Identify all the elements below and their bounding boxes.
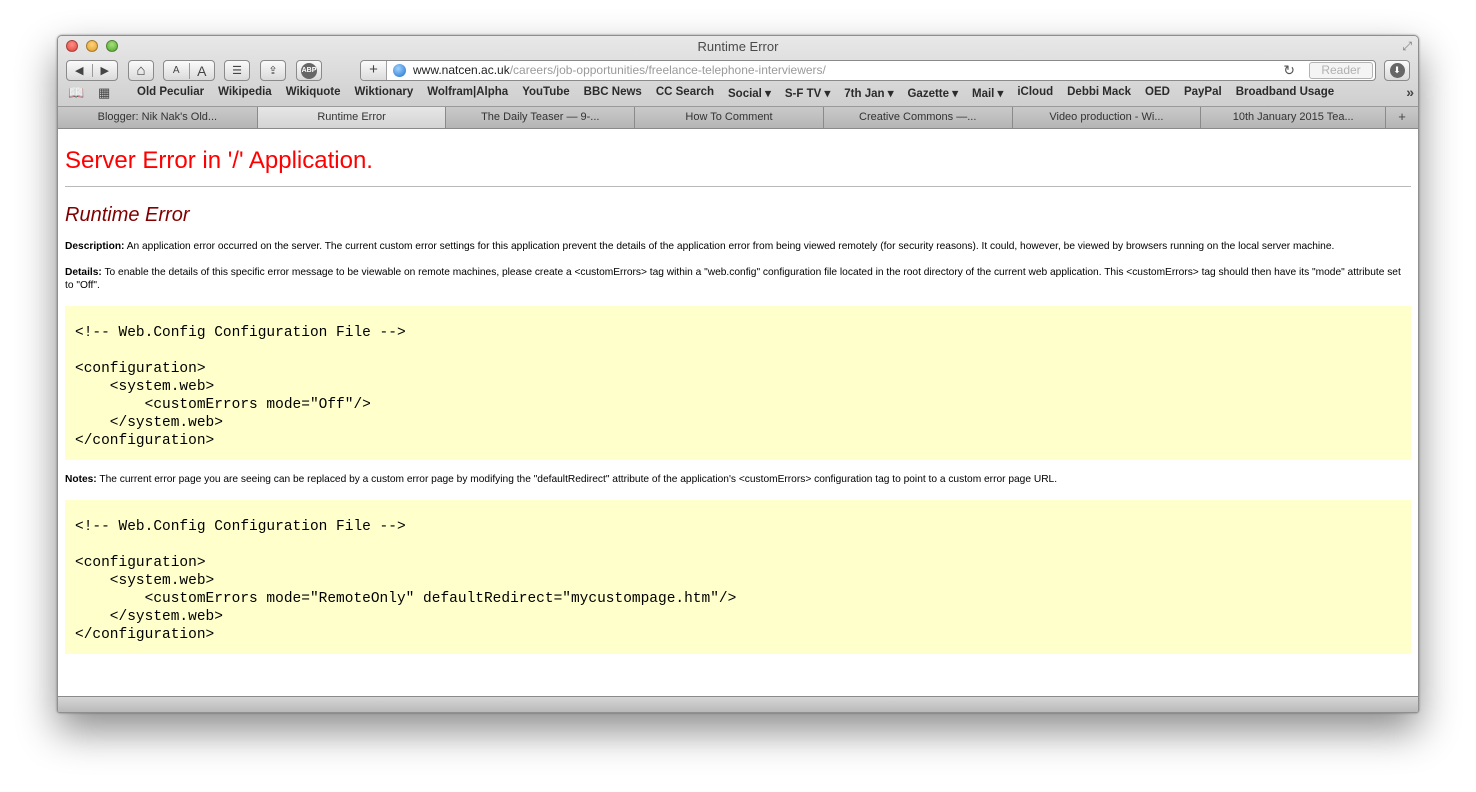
description-text: An application error occurred on the ser… [124, 241, 1335, 252]
notes-paragraph: Notes: The current error page you are se… [65, 473, 1411, 486]
tab-bar: Blogger: Nik Nak's Old... Runtime Error … [58, 107, 1418, 129]
tab-blogger[interactable]: Blogger: Nik Nak's Old... [58, 107, 258, 128]
url-path: /careers/job-opportunities/freelance-tel… [509, 63, 826, 77]
download-icon: ⬇ [1389, 63, 1405, 78]
adblock-button[interactable]: ABP [296, 60, 322, 81]
tab-how-to-comment[interactable]: How To Comment [635, 107, 824, 128]
bookmark-item[interactable]: Wikipedia [211, 86, 279, 100]
tab-runtime-error[interactable]: Runtime Error [257, 107, 447, 128]
bookmark-item[interactable]: 7th Jan ▾ [837, 86, 900, 100]
font-larger-button[interactable]: A [188, 62, 215, 79]
tab-creative-commons[interactable]: Creative Commons —... [823, 107, 1013, 128]
error-subtitle: Runtime Error [65, 204, 190, 226]
bookmark-item[interactable]: Gazette ▾ [900, 86, 965, 100]
home-icon: ⌂ [136, 62, 146, 79]
bookmark-item[interactable]: Wiktionary [348, 86, 421, 100]
bookmark-item[interactable]: Old Peculiar [130, 86, 211, 100]
reader-button[interactable]: Reader [1309, 62, 1373, 79]
description-paragraph: Description: An application error occurr… [65, 240, 1411, 253]
share-icon: ⇪ [268, 65, 278, 77]
details-text: To enable the details of this specific e… [65, 267, 1401, 291]
bookmark-list: Old Peculiar Wikipedia Wikiquote Wiktionary… [130, 86, 1341, 100]
add-bookmark-button[interactable]: + [361, 61, 387, 80]
divider [65, 186, 1411, 187]
bookmark-item[interactable]: PayPal [1177, 86, 1229, 100]
font-smaller-button[interactable]: A [164, 65, 189, 76]
font-size-buttons: A A [163, 60, 215, 81]
bookmark-item[interactable]: Social ▾ [721, 86, 778, 100]
more-bookmarks-icon[interactable]: » [1406, 84, 1414, 100]
page-content: Server Error in '/' Application. Runtime… [58, 129, 1418, 698]
status-bar [58, 696, 1418, 712]
title-bar[interactable]: Runtime Error ⤢ [58, 36, 1418, 58]
config-code-block-remote: <!-- Web.Config Configuration File --> <… [65, 500, 1411, 654]
details-label: Details: [65, 267, 102, 278]
toolbar: ◀ ▶ ⌂ A A ☰ ⇪ ABP + www.natcen.ac.uk/car… [58, 59, 1418, 83]
bookmark-item[interactable]: iCloud [1010, 86, 1060, 100]
address-bar[interactable]: + www.natcen.ac.uk/careers/job-opportuni… [360, 60, 1376, 81]
page-title: Server Error in '/' Application. [65, 147, 373, 174]
bookmark-item[interactable]: OED [1138, 86, 1177, 100]
browser-chrome: Runtime Error ⤢ ◀ ▶ ⌂ A A ☰ ⇪ ABP + www.… [58, 36, 1418, 107]
bookmark-item[interactable]: CC Search [649, 86, 721, 100]
downloads-button[interactable]: ⬇ [1384, 60, 1410, 81]
bookmark-item[interactable]: BBC News [577, 86, 649, 100]
forward-button[interactable]: ▶ [91, 64, 118, 77]
config-code-block-off: <!-- Web.Config Configuration File --> <… [65, 306, 1411, 460]
bookmarks-bar: 📖 ▦ Old Peculiar Wikipedia Wikiquote Wiktio… [58, 84, 1418, 103]
bookmark-item[interactable]: Wikiquote [279, 86, 348, 100]
globe-icon [393, 64, 406, 77]
notes-text: The current error page you are seeing ca… [96, 474, 1058, 485]
url-field[interactable]: www.natcen.ac.uk/careers/job-opportuniti… [413, 63, 826, 77]
fullscreen-icon[interactable]: ⤢ [1402, 39, 1412, 54]
tab-daily-teaser[interactable]: The Daily Teaser — 9-... [446, 107, 636, 128]
url-domain: www.natcen.ac.uk [413, 63, 510, 77]
description-label: Description: [65, 241, 125, 252]
back-button[interactable]: ◀ [67, 64, 92, 77]
new-tab-button[interactable]: + [1386, 107, 1418, 128]
tab-10th-january[interactable]: 10th January 2015 Tea... [1201, 107, 1387, 128]
window-title: Runtime Error [697, 39, 779, 54]
tab-video-production[interactable]: Video production - Wi... [1012, 107, 1202, 128]
reading-list-icon: ☰ [232, 65, 242, 77]
reading-list-button[interactable]: ☰ [224, 60, 250, 81]
bookmark-item[interactable]: Wolfram|Alpha [420, 86, 515, 100]
browser-window: Runtime Error ⤢ ◀ ▶ ⌂ A A ☰ ⇪ ABP + www.… [57, 35, 1419, 713]
bookmark-item[interactable]: YouTube [515, 86, 576, 100]
top-sites-icon[interactable]: ▦ [98, 85, 110, 101]
details-paragraph: Details: To enable the details of this s… [65, 266, 1411, 292]
reload-icon[interactable]: ↻ [1283, 62, 1295, 79]
adblock-icon: ABP [301, 62, 317, 79]
bookmark-item[interactable]: Mail ▾ [965, 86, 1010, 100]
bookmark-item[interactable]: S-F TV ▾ [778, 86, 837, 100]
bookmark-item[interactable]: Broadband Usage [1229, 86, 1341, 100]
back-forward-buttons: ◀ ▶ [66, 60, 118, 81]
home-button[interactable]: ⌂ [128, 60, 154, 81]
share-button[interactable]: ⇪ [260, 60, 286, 81]
notes-label: Notes: [65, 474, 97, 485]
book-icon[interactable]: 📖 [68, 85, 84, 101]
bookmark-item[interactable]: Debbi Mack [1060, 86, 1138, 100]
